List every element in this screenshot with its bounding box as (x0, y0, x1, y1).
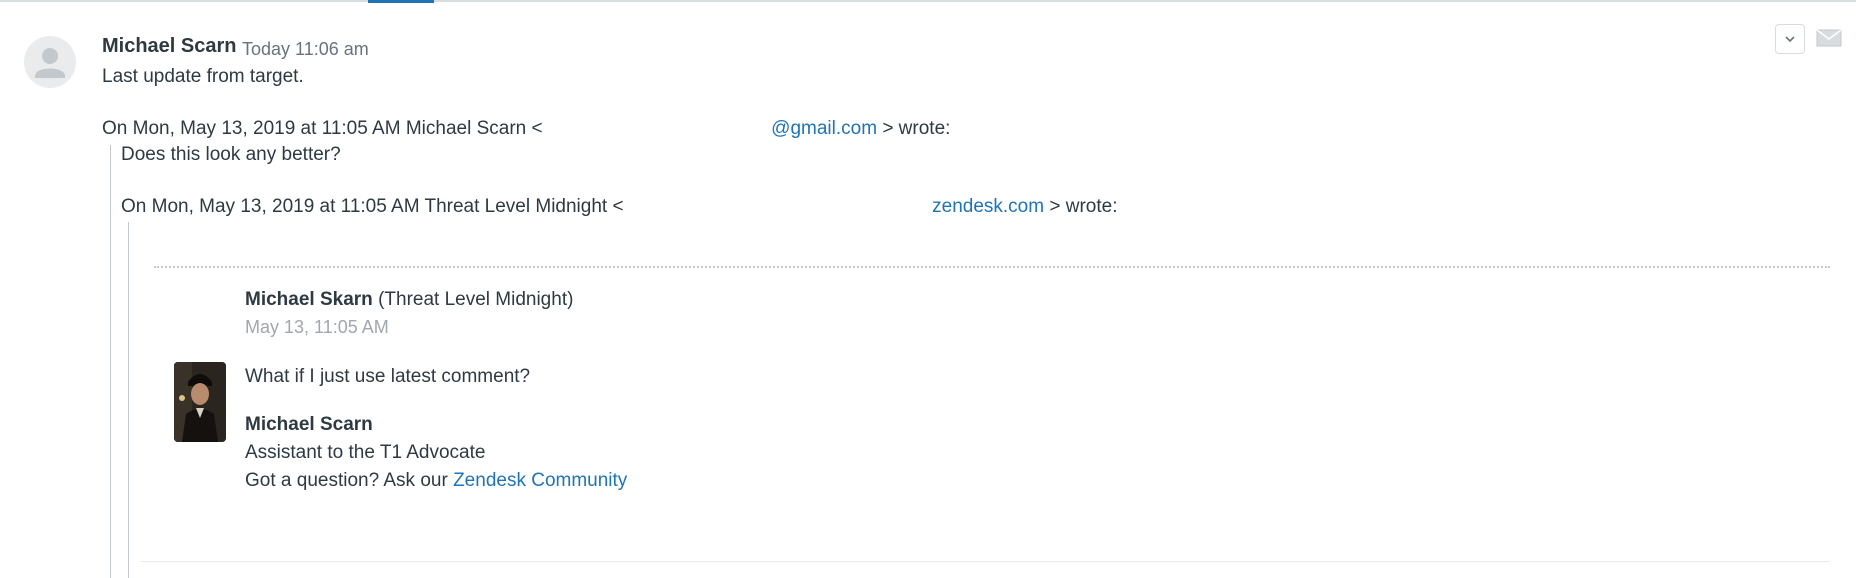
message-author: Michael Scarn (102, 35, 237, 57)
comment-date: May 13, 11:05 AM (245, 317, 389, 337)
comment-bottom-separator (140, 561, 1830, 562)
message-body: Last update from target. (102, 66, 304, 87)
message-options-button[interactable] (1775, 24, 1805, 54)
signature-name: Michael Scarn (245, 414, 373, 435)
commenter-name: Michael Skarn (245, 289, 373, 310)
commenter-org: (Threat Level Midnight) (378, 289, 574, 310)
quote-header-suffix: > wrote: (882, 118, 951, 139)
quote-border-inner (128, 222, 129, 578)
quote-header-prefix: On Mon, May 13, 2019 at 11:05 AM Michael… (102, 118, 543, 139)
signature-help-line: Got a question? Ask our Zendesk Communit… (245, 469, 627, 493)
zendesk-community-link[interactable]: Zendesk Community (453, 470, 627, 491)
commenter-photo (174, 362, 226, 442)
nested-quote-header-prefix: On Mon, May 13, 2019 at 11:05 AM Threat … (121, 196, 624, 217)
nested-quote-header: On Mon, May 13, 2019 at 11:05 AM Threat … (121, 195, 1118, 219)
chevron-down-icon (1785, 36, 1795, 43)
message-timestamp: Today 11:06 am (242, 39, 369, 59)
nested-quote-header-suffix: > wrote: (1049, 196, 1118, 217)
signature-prompt: Got a question? Ask our (245, 470, 454, 491)
tab-bar-border (0, 0, 1856, 2)
email-link[interactable]: @gmail.com (771, 118, 877, 139)
signature-title: Assistant to the T1 Advocate (245, 442, 486, 463)
commenter-line: Michael Skarn (Threat Level Midnight) (245, 288, 573, 312)
quote-border-outer (110, 145, 111, 578)
mail-icon (1816, 29, 1842, 47)
active-tab-indicator (368, 0, 434, 3)
zendesk-link[interactable]: zendesk.com (932, 196, 1044, 217)
comment-text: What if I just use latest comment? (245, 366, 531, 387)
quote-header: On Mon, May 13, 2019 at 11:05 AM Michael… (102, 117, 950, 141)
comment-separator (154, 266, 1830, 268)
quote-body: Does this look any better? (121, 144, 341, 165)
user-avatar-icon (24, 36, 76, 88)
